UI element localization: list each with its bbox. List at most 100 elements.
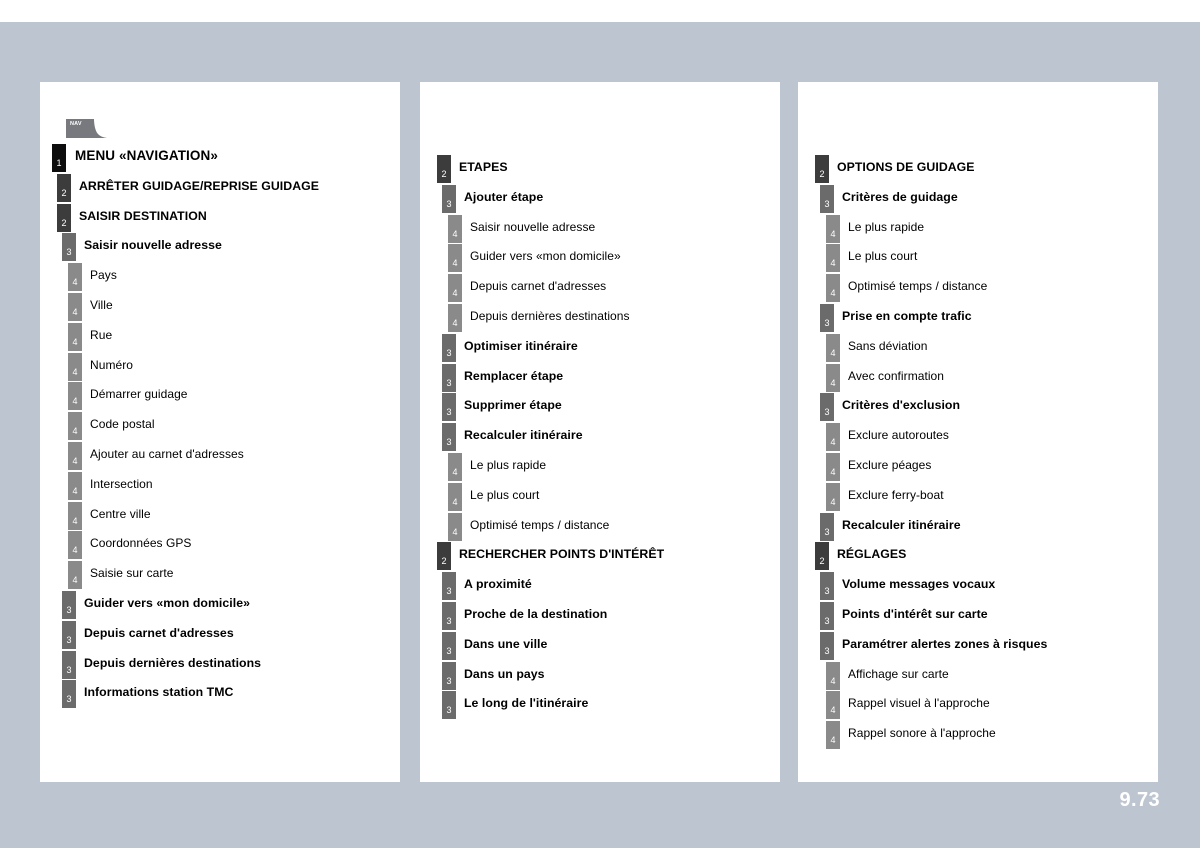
outline-row[interactable]: 4 Centre ville — [40, 501, 400, 532]
level-badge: 3 — [62, 590, 76, 619]
level-badge: 4 — [826, 482, 840, 511]
outline-row[interactable]: 4 Avec confirmation — [798, 363, 1158, 394]
outline-row[interactable]: 2 RECHERCHER POINTS D'INTÉRÊT — [420, 542, 780, 572]
outline-row[interactable]: 4 Optimisé temps / distance — [420, 512, 780, 543]
outline-row[interactable]: 4 Ville — [40, 292, 400, 323]
outline-row[interactable]: 4 Le plus rapide — [798, 214, 1158, 245]
outline-row[interactable]: 3 Guider vers «mon domicile» — [40, 590, 400, 621]
level-badge-number: 4 — [72, 277, 78, 288]
outline-row-label: Rappel visuel à l'approche — [848, 696, 990, 711]
level-badge-number: 3 — [824, 586, 830, 597]
outline-row[interactable]: 4 Intersection — [40, 471, 400, 502]
outline-row[interactable]: 3 Ajouter étape — [420, 184, 780, 215]
outline-row-label: Depuis carnet d'adresses — [470, 279, 607, 294]
outline-row[interactable]: 4 Coordonnées GPS — [40, 531, 400, 561]
level-badge-number: 4 — [830, 288, 836, 299]
level-badge: 2 — [57, 203, 71, 232]
level-badge-number: 3 — [66, 634, 72, 645]
outline-row[interactable]: 4 Saisir nouvelle adresse — [420, 214, 780, 245]
outline-row[interactable]: 3 Remplacer étape — [420, 363, 780, 394]
outline-row[interactable]: 4 Saisie sur carte — [40, 561, 400, 591]
outline-row[interactable]: 4 Ajouter au carnet d'adresses — [40, 441, 400, 472]
outline-row[interactable]: 4 Démarrer guidage — [40, 382, 400, 412]
outline-row[interactable]: 3 Optimiser itinéraire — [420, 333, 780, 364]
outline-row-label: Optimisé temps / distance — [848, 279, 988, 294]
outline-row-label: Le plus court — [848, 249, 918, 264]
level-badge: 3 — [820, 572, 834, 601]
level-badge-number: 4 — [830, 377, 836, 388]
outline-row-label: Le plus rapide — [848, 219, 925, 234]
outline-row-label: Ajouter au carnet d'adresses — [90, 446, 244, 461]
outline-row[interactable]: 3 Points d'intérêt sur carte — [798, 601, 1158, 632]
outline-row-label: Ville — [90, 297, 113, 312]
outline-row-label: Intersection — [90, 476, 153, 491]
outline-row[interactable]: 3 Prise en compte trafic — [798, 303, 1158, 334]
level-badge: 3 — [442, 631, 456, 660]
outline-row[interactable]: 4 Optimisé temps / distance — [798, 274, 1158, 304]
outline-row-label: Depuis dernières destinations — [470, 308, 630, 323]
outline-row-label: MENU «NAVIGATION» — [75, 148, 218, 163]
outline-row[interactable]: 4 Numéro — [40, 352, 400, 383]
level-badge-number: 3 — [824, 317, 830, 328]
outline-row[interactable]: 3 Proche de la destination — [420, 601, 780, 632]
outline-row[interactable]: 4 Le plus rapide — [420, 452, 780, 483]
level-badge: 4 — [448, 274, 462, 303]
outline-row[interactable]: 4 Exclure autoroutes — [798, 423, 1158, 453]
outline-row[interactable]: 4 Depuis dernières destinations — [420, 303, 780, 334]
level-badge: 3 — [442, 572, 456, 601]
outline-row[interactable]: 4 Depuis carnet d'adresses — [420, 274, 780, 304]
outline-row[interactable]: 3 Recalculer itinéraire — [798, 512, 1158, 543]
level-badge-number: 3 — [446, 645, 452, 656]
outline-row[interactable]: 4 Rappel sonore à l'approche — [798, 721, 1158, 751]
outline-row[interactable]: 4 Exclure péages — [798, 452, 1158, 483]
outline-row[interactable]: 4 Le plus court — [420, 482, 780, 513]
outline-row[interactable]: 3 Depuis dernières destinations — [40, 650, 400, 681]
level-badge: 4 — [826, 423, 840, 452]
outline-row-label: Rue — [90, 327, 113, 342]
outline-row[interactable]: 4 Le plus court — [798, 244, 1158, 274]
outline-row[interactable]: 3 Critères d'exclusion — [798, 393, 1158, 423]
level-badge-number: 4 — [830, 437, 836, 448]
outline-row[interactable]: 3 Critères de guidage — [798, 184, 1158, 215]
level-badge-number: 4 — [452, 258, 458, 269]
outline-row-label: Supprimer étape — [464, 398, 562, 413]
level-badge: 2 — [57, 173, 71, 202]
outline-row[interactable]: 3 Depuis carnet d'adresses — [40, 620, 400, 651]
outline-row[interactable]: 3 Paramétrer alertes zones à risques — [798, 631, 1158, 662]
level-badge-number: 4 — [72, 455, 78, 466]
outline-row[interactable]: 4 Guider vers «mon domicile» — [420, 244, 780, 274]
level-badge-number: 4 — [72, 545, 78, 556]
outline-row[interactable]: 4 Affichage sur carte — [798, 661, 1158, 692]
level-badge: 3 — [820, 184, 834, 213]
outline-row[interactable]: 4 Pays — [40, 263, 400, 293]
outline-row[interactable]: 2 SAISIR DESTINATION — [40, 203, 400, 234]
outline-row[interactable]: 3 Saisir nouvelle adresse — [40, 233, 400, 263]
outline-row[interactable]: 2 ARRÊTER GUIDAGE/REPRISE GUIDAGE — [40, 173, 400, 204]
outline-row-label: Le plus rapide — [470, 457, 547, 472]
nav-tab-label: NAV — [70, 121, 82, 127]
outline-row[interactable]: 2 ETAPES — [420, 155, 780, 185]
outline-row[interactable]: 3 Recalculer itinéraire — [420, 423, 780, 453]
outline-row[interactable]: 3 Le long de l'itinéraire — [420, 691, 780, 721]
outline-row[interactable]: 3 Volume messages vocaux — [798, 572, 1158, 602]
outline-row[interactable]: 4 Rappel visuel à l'approche — [798, 691, 1158, 721]
outline-row[interactable]: 3 Dans une ville — [420, 631, 780, 662]
outline-row[interactable]: 4 Code postal — [40, 412, 400, 442]
level-badge-number: 4 — [452, 317, 458, 328]
outline-row[interactable]: 4 Sans déviation — [798, 333, 1158, 364]
outline-row[interactable]: 2 RÉGLAGES — [798, 542, 1158, 572]
outline-row[interactable]: 4 Rue — [40, 322, 400, 353]
outline-row[interactable]: 1 MENU «NAVIGATION» — [40, 144, 400, 174]
level-badge-number: 4 — [72, 396, 78, 407]
outline-row-label: Numéro — [90, 357, 133, 372]
level-badge: 3 — [442, 393, 456, 422]
outline-row[interactable]: 3 Supprimer étape — [420, 393, 780, 423]
outline-row[interactable]: 4 Exclure ferry-boat — [798, 482, 1158, 513]
content-panel-column-1: NAV 1 MENU «NAVIGATION» 2 ARRÊTER GUIDAGE/R… — [40, 82, 400, 782]
level-badge: 3 — [442, 184, 456, 213]
content-panel-column-2: 2 ETAPES 3 Ajouter étape 4 Saisir nouvelle ad… — [420, 82, 780, 782]
outline-row[interactable]: 2 OPTIONS DE GUIDAGE — [798, 155, 1158, 185]
outline-row[interactable]: 3 Informations station TMC — [40, 680, 400, 710]
outline-row[interactable]: 3 Dans un pays — [420, 661, 780, 692]
outline-row[interactable]: 3 A proximité — [420, 572, 780, 602]
